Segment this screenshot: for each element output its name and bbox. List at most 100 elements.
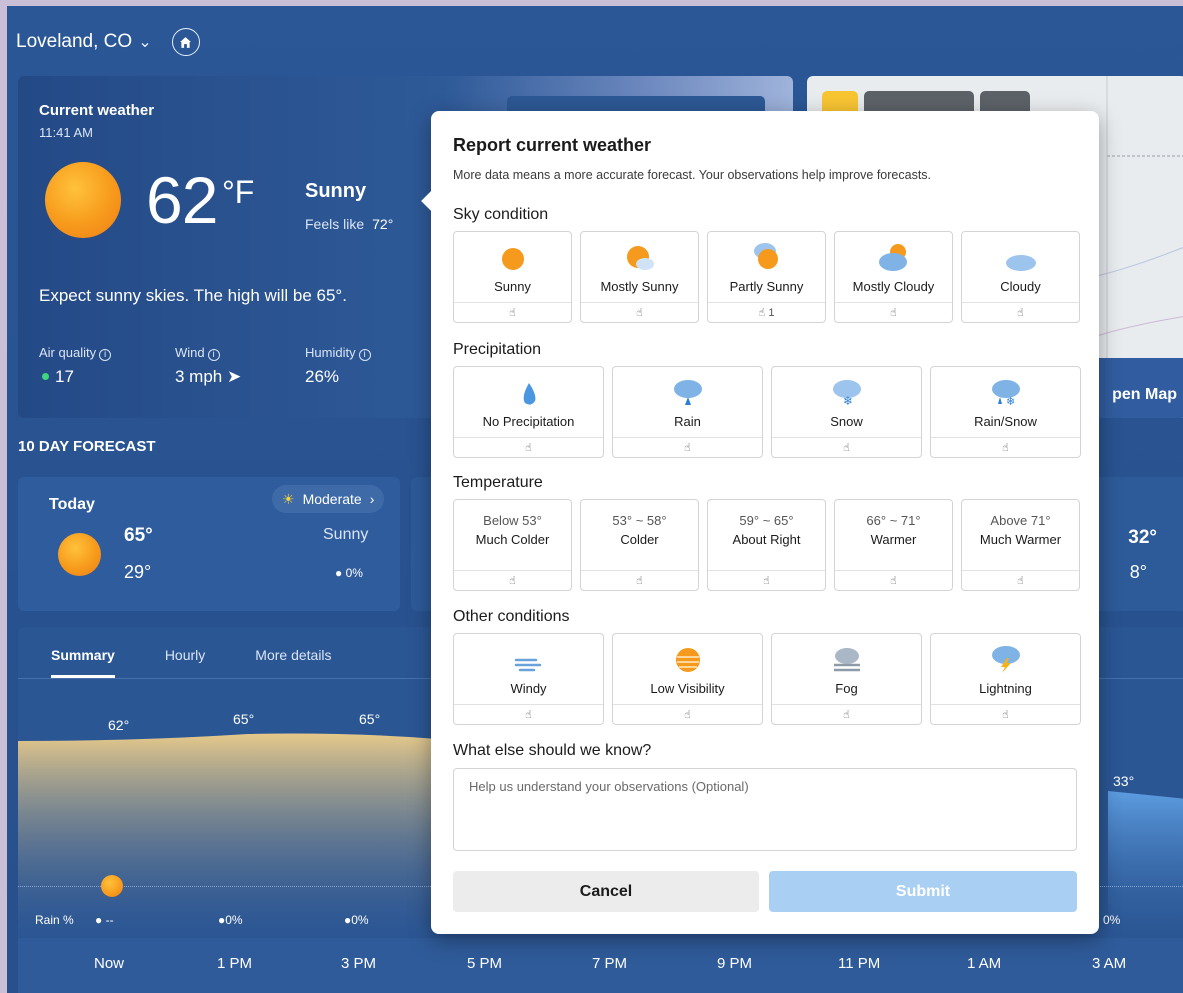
aq-label: Moderate: [302, 491, 362, 507]
air-quality-pill[interactable]: ☀ Moderate ›: [272, 485, 385, 513]
option-colder[interactable]: 53° ~ 58° Colder ☝: [580, 499, 699, 591]
option-partly-sunny[interactable]: Partly Sunny ☝ 1: [707, 231, 826, 323]
sky-condition-title: Sky condition: [453, 206, 549, 223]
metric-air-quality[interactable]: Air quality i 17: [39, 345, 112, 387]
rain-value: 0%: [1103, 913, 1121, 927]
metric-wind[interactable]: Wind i 3 mph ➤: [175, 345, 241, 387]
home-button[interactable]: [171, 28, 200, 56]
day-rain: ● 0%: [335, 566, 363, 580]
option-rain[interactable]: Rain ☝: [612, 366, 763, 458]
option-mostly-cloudy[interactable]: Mostly Cloudy ☝: [834, 231, 953, 323]
metric-value: 17: [55, 367, 74, 386]
option-much-colder[interactable]: Below 53° Much Colder ☝: [453, 499, 572, 591]
thumbs-up-icon: ☝: [509, 307, 516, 319]
sunny-icon: [45, 162, 121, 238]
day-low: 29°: [124, 562, 152, 582]
chart-temp-label: 33°: [1113, 773, 1135, 789]
option-label: Much Colder: [475, 532, 550, 547]
option-label: Sunny: [494, 279, 531, 294]
windy-icon: [514, 634, 544, 674]
low-visibility-icon: [673, 634, 703, 674]
option-label: Rain: [674, 414, 701, 429]
option-sunny[interactable]: Sunny ☝: [453, 231, 572, 323]
option-much-warmer[interactable]: Above 71° Much Warmer ☝: [961, 499, 1080, 591]
cancel-button[interactable]: Cancel: [453, 871, 759, 912]
dialog-subtitle: More data means a more accurate forecast…: [453, 168, 932, 182]
option-snow[interactable]: ❄ Snow ☝: [771, 366, 922, 458]
wind-direction-icon: ➤: [226, 367, 242, 386]
vote-count: ☝: [613, 704, 762, 724]
option-label: Cloudy: [1000, 279, 1041, 294]
rain-value: ● --: [95, 913, 114, 927]
metric-humidity[interactable]: Humidity i 26%: [305, 345, 371, 387]
metric-value: 26%: [305, 367, 340, 386]
hour-label: 3 PM: [341, 955, 377, 972]
vote-count: ☝ 1: [708, 302, 825, 322]
metric-label: Air quality: [39, 345, 97, 360]
day-label: Today: [49, 496, 95, 513]
aq-status-dot: [42, 373, 49, 380]
temperature-options: Below 53° Much Colder ☝ 53° ~ 58° Colder…: [453, 499, 1080, 591]
vote-count: ☝: [454, 704, 603, 724]
feels-like: Feels like 72°: [305, 216, 393, 232]
info-icon[interactable]: i: [99, 349, 112, 361]
chevron-right-icon: ›: [369, 491, 375, 507]
dialog-title: Report current weather: [453, 135, 652, 155]
hour-label: 1 AM: [967, 955, 1002, 972]
precipitation-options: No Precipitation ☝ Rain ☝ ❄ Snow ☝ ❄ Rai…: [453, 366, 1081, 458]
option-windy[interactable]: Windy ☝: [453, 633, 604, 725]
chevron-down-icon[interactable]: ⌄: [138, 32, 151, 52]
thumbs-up-icon: ☝: [843, 709, 850, 721]
open-map-link[interactable]: pen Map: [1112, 386, 1177, 404]
day-high: 65°: [124, 525, 153, 546]
thumbs-up-icon: ☝: [525, 442, 532, 454]
chart-temp-label: 65°: [233, 711, 255, 727]
current-temp: 62: [146, 163, 218, 237]
chart-temp-label: 65°: [359, 711, 381, 727]
partly-sunny-icon: [751, 232, 783, 272]
option-mostly-sunny[interactable]: Mostly Sunny ☝: [580, 231, 699, 323]
forecast-day-today[interactable]: Today 65° 29° ☀ Moderate › Sunny ● 0%: [18, 477, 400, 611]
temp-area-warm: [18, 733, 438, 938]
rain-snow-icon: ❄: [990, 367, 1022, 407]
submit-button[interactable]: Submit: [769, 871, 1077, 912]
sunny-icon: [500, 232, 526, 272]
option-cloudy[interactable]: Cloudy ☝: [961, 231, 1080, 323]
location-bar[interactable]: Loveland, CO ⌄: [16, 28, 200, 56]
info-icon[interactable]: i: [358, 349, 371, 361]
rain-row-label: Rain %: [35, 913, 74, 927]
report-weather-dialog: Report current weather More data means a…: [421, 111, 1099, 934]
option-label: Fog: [835, 681, 858, 696]
option-lightning[interactable]: Lightning ☝: [930, 633, 1081, 725]
thumbs-up-icon: ☝: [843, 442, 850, 454]
notes-title: What else should we know?: [453, 742, 652, 759]
option-about-right[interactable]: 59° ~ 65° About Right ☝: [707, 499, 826, 591]
thumbs-up-icon: ☝: [763, 575, 770, 587]
option-label: Partly Sunny: [729, 279, 804, 294]
thumbs-up-icon: ☝: [509, 575, 516, 587]
rain-icon: [672, 367, 704, 407]
location-name[interactable]: Loveland, CO: [16, 31, 132, 53]
vote-count: ☝: [581, 570, 698, 590]
other-conditions-title: Other conditions: [453, 608, 570, 625]
thumbs-up-icon: ☝: [890, 575, 897, 587]
option-warmer[interactable]: 66° ~ 71° Warmer ☝: [834, 499, 953, 591]
temp-unit[interactable]: °F: [222, 174, 254, 211]
thumbs-up-icon: ☝: [1017, 307, 1024, 319]
info-icon[interactable]: i: [207, 349, 220, 361]
option-no-precipitation[interactable]: No Precipitation ☝: [453, 366, 604, 458]
current-weather-time: 11:41 AM: [39, 125, 93, 140]
hour-label: Now: [94, 955, 125, 972]
option-fog[interactable]: Fog ☝: [771, 633, 922, 725]
notes-textarea[interactable]: Help us understand your observations (Op…: [453, 768, 1077, 851]
thumbs-up-icon: ☝: [525, 709, 532, 721]
option-label: Colder: [620, 532, 659, 547]
option-low-visibility[interactable]: Low Visibility ☝: [612, 633, 763, 725]
hour-label: 9 PM: [717, 955, 753, 972]
sunny-icon: [101, 875, 123, 897]
option-label: About Right: [732, 532, 801, 547]
hour-label: 1 PM: [217, 955, 253, 972]
mostly-sunny-icon: [625, 232, 655, 272]
option-rain-snow[interactable]: ❄ Rain/Snow ☝: [930, 366, 1081, 458]
rain-value: ●0%: [344, 913, 369, 927]
